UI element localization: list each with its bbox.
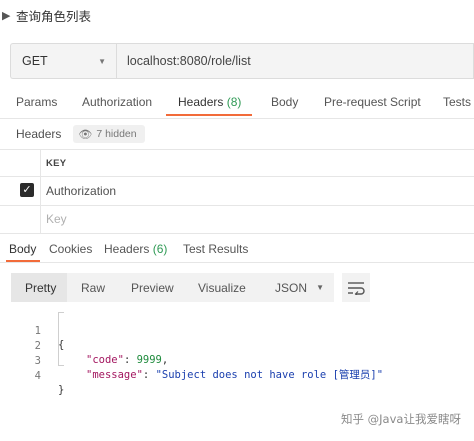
response-tab-headers[interactable]: Headers (6) (104, 242, 167, 256)
response-tab-test-results[interactable]: Test Results (183, 242, 248, 256)
hidden-count: 7 hidden (96, 128, 137, 140)
request-bar: GET ▼ localhost:8080/role/list (10, 43, 474, 79)
response-tab-body[interactable]: Body (9, 242, 36, 256)
url-input[interactable]: localhost:8080/role/list (116, 43, 474, 79)
response-tab-cookies[interactable]: Cookies (49, 242, 92, 256)
request-title-row[interactable]: ▶ 查询角色列表 (0, 0, 91, 30)
table-column-divider (40, 149, 41, 233)
response-tabs: Body Cookies Headers (6) Test Results (0, 240, 474, 260)
table-bottom-border (0, 233, 474, 234)
tab-headers[interactable]: Headers (8) (178, 95, 241, 109)
table-row-border (0, 205, 474, 206)
response-tab-headers-count: (6) (152, 242, 168, 256)
tabs-divider (0, 118, 474, 119)
json-string-value: "Subject does not have role [管理员]" (155, 369, 384, 381)
format-value: JSON (275, 280, 308, 295)
tab-authorization[interactable]: Authorization (82, 95, 152, 109)
view-pretty-button[interactable]: Pretty (11, 273, 67, 302)
response-tab-headers-label: Headers (104, 242, 150, 256)
active-tab-indicator (166, 114, 252, 116)
eye-icon: 👁 (78, 128, 93, 141)
tab-pre-request-script[interactable]: Pre-request Script (324, 95, 421, 109)
chevron-down-icon: ▼ (98, 56, 106, 66)
code-line: 2 "code": 9999, (0, 325, 474, 366)
wrap-lines-button[interactable] (342, 273, 370, 302)
view-visualize-button[interactable]: Visualize (186, 273, 266, 302)
tab-body[interactable]: Body (271, 95, 298, 109)
code-line: 4 } (0, 355, 474, 396)
method-select[interactable]: GET ▼ (10, 43, 116, 79)
view-preview-button[interactable]: Preview (118, 273, 186, 302)
view-mode-group: Pretty Raw Preview Visualize (11, 273, 266, 302)
format-select[interactable]: JSON ▼ (266, 273, 334, 302)
json-entry: "message": "Subject does not have role [… (86, 369, 384, 381)
chevron-down-icon: ▼ (316, 283, 324, 292)
expand-arrow-icon[interactable]: ▶ (2, 9, 14, 22)
view-raw-button[interactable]: Raw (67, 273, 118, 302)
headers-label: Headers (16, 127, 62, 141)
response-tabs-divider (0, 262, 474, 263)
table-top-border (0, 149, 474, 150)
watermark: 知乎 @Java让我爱瞎呀 (341, 412, 461, 426)
json-brace-close: } (58, 384, 65, 396)
headers-toolbar: Headers 👁 7 hidden (16, 125, 145, 143)
code-line: 1 { (0, 310, 474, 351)
request-title: 查询角色列表 (16, 8, 92, 24)
new-key-input[interactable]: Key (46, 212, 67, 226)
tab-headers-count: (8) (226, 95, 242, 109)
table-header-border (0, 176, 474, 177)
authorization-checkbox[interactable]: ✓ (20, 183, 34, 197)
tab-headers-label: Headers (178, 95, 224, 109)
tab-params[interactable]: Params (16, 95, 57, 109)
wrap-lines-icon (348, 281, 365, 295)
hidden-headers-toggle[interactable]: 👁 7 hidden (73, 125, 145, 143)
key-column-header: KEY (46, 158, 67, 169)
tab-tests[interactable]: Tests (443, 95, 471, 109)
line-number: 4 (34, 370, 41, 382)
table-row-key[interactable]: Authorization (46, 184, 116, 198)
method-value: GET (22, 54, 48, 68)
json-key: "message" (86, 369, 143, 381)
code-line: 3 "message": "Subject does not have role… (0, 340, 474, 381)
